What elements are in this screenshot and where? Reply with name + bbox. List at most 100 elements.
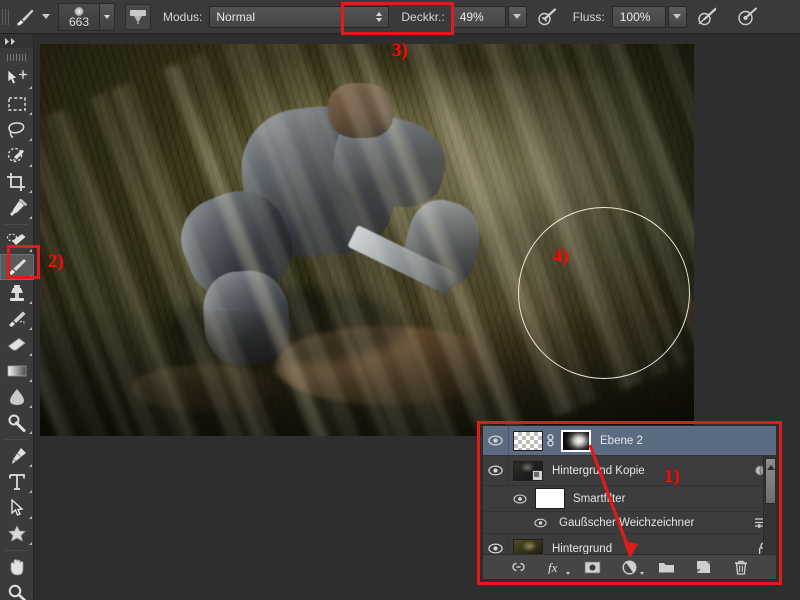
tool-history-brush[interactable] bbox=[0, 306, 34, 332]
opacity-input[interactable]: 49% bbox=[451, 5, 506, 28]
new-group-button[interactable] bbox=[657, 557, 677, 577]
scrollbar-thumb[interactable] bbox=[765, 458, 776, 504]
tool-pen[interactable] bbox=[0, 443, 34, 469]
tool-more-indicator bbox=[29, 405, 32, 408]
tool-lasso[interactable] bbox=[0, 117, 34, 143]
flow-pressure-toggle[interactable] bbox=[695, 4, 721, 30]
link-icon bbox=[546, 434, 554, 447]
new-layer-icon bbox=[697, 561, 710, 573]
eraser-tool-icon bbox=[7, 338, 26, 351]
custom-shape-tool-icon bbox=[8, 525, 26, 542]
brush-size-dropdown[interactable] bbox=[100, 2, 115, 31]
add-layer-mask-button[interactable] bbox=[583, 557, 603, 577]
tool-more-indicator bbox=[29, 301, 32, 304]
tool-hand[interactable] bbox=[0, 554, 34, 580]
layers-panel-scrollbar[interactable] bbox=[763, 456, 776, 554]
layer-style-fx-icon: fx bbox=[548, 560, 558, 574]
double-chevron-right-icon bbox=[5, 37, 15, 45]
type-tool-icon bbox=[9, 474, 25, 490]
opacity-pressure-toggle[interactable] bbox=[535, 4, 561, 30]
delete-layer-icon bbox=[734, 560, 747, 575]
layers-panel: Ebene 2 Hintergrund Kopie Smartfilter Ga… bbox=[482, 425, 777, 580]
chevron-down-icon bbox=[104, 14, 110, 19]
eye-icon bbox=[488, 435, 503, 446]
layer-row-hintergrund-kopie[interactable]: Hintergrund Kopie bbox=[483, 456, 776, 486]
layer-style-button[interactable]: fx bbox=[546, 557, 570, 577]
gaussian-blur-label: Gaußscher Weichzeichner bbox=[559, 516, 695, 529]
brush-size-value: 663 bbox=[68, 14, 90, 29]
document-canvas[interactable] bbox=[40, 44, 694, 436]
toolbox bbox=[0, 34, 34, 600]
layer-name: Hintergrund Kopie bbox=[552, 464, 645, 477]
brush-size-field[interactable]: 663 bbox=[58, 2, 100, 31]
layer-thumbnail[interactable] bbox=[513, 430, 543, 451]
brush-tip-preview-icon bbox=[74, 6, 84, 16]
brush-icon bbox=[17, 9, 34, 26]
stepper-arrows-icon bbox=[376, 11, 383, 22]
new-layer-button[interactable] bbox=[694, 557, 714, 577]
flow-input[interactable]: 100% bbox=[611, 5, 666, 28]
chevron-down-icon bbox=[673, 14, 682, 19]
airbrush-icon bbox=[738, 7, 758, 26]
tool-dodge[interactable] bbox=[0, 410, 34, 436]
tool-zoom[interactable] bbox=[0, 580, 34, 600]
smart-object-badge-icon bbox=[532, 469, 542, 480]
layer-thumbnail[interactable] bbox=[513, 460, 543, 481]
mode-label: Modus: bbox=[163, 9, 203, 24]
tool-more-indicator bbox=[29, 275, 32, 278]
dodge-tool-icon bbox=[8, 414, 26, 432]
tool-more-indicator bbox=[29, 138, 32, 141]
layer-mask-thumbnail[interactable] bbox=[561, 429, 591, 452]
opacity-dropdown[interactable] bbox=[507, 5, 527, 28]
brush-preset-dropdown[interactable] bbox=[39, 14, 53, 19]
flow-dropdown[interactable] bbox=[667, 5, 687, 28]
tool-eyedropper[interactable] bbox=[0, 195, 34, 221]
layer-thumbnail[interactable] bbox=[513, 538, 543, 554]
tool-more-indicator bbox=[29, 542, 32, 545]
vignette bbox=[40, 44, 694, 436]
link-layers-button[interactable] bbox=[509, 557, 529, 577]
tool-clone-stamp[interactable] bbox=[0, 280, 34, 306]
tool-quick-selection[interactable] bbox=[0, 143, 34, 169]
tool-eraser[interactable] bbox=[0, 332, 34, 358]
tablet-pressure-button[interactable] bbox=[125, 3, 151, 30]
layer-visibility-toggle[interactable] bbox=[483, 426, 509, 455]
opacity-label: Deckkr.: bbox=[401, 9, 445, 24]
chevron-down-icon bbox=[639, 572, 644, 575]
smartfilter-mask-thumbnail[interactable] bbox=[535, 488, 565, 509]
tool-move[interactable] bbox=[0, 65, 34, 91]
toolbox-gripper[interactable] bbox=[6, 51, 27, 63]
tool-brush[interactable] bbox=[0, 254, 34, 280]
brush-preset-picker[interactable] bbox=[11, 4, 39, 30]
tool-healing-brush[interactable] bbox=[0, 228, 34, 254]
mask-link-toggle[interactable] bbox=[543, 434, 557, 447]
tool-gradient[interactable] bbox=[0, 358, 34, 384]
quick-selection-tool-icon bbox=[7, 147, 24, 163]
adjustment-layer-button[interactable] bbox=[620, 557, 644, 577]
layer-row-hintergrund[interactable]: Hintergrund bbox=[483, 534, 776, 554]
tool-rectangular-marquee[interactable] bbox=[0, 91, 34, 117]
eye-icon bbox=[488, 543, 503, 554]
tool-type[interactable] bbox=[0, 469, 34, 495]
layer-row-gaussian-blur[interactable]: Gaußscher Weichzeichner bbox=[483, 512, 776, 534]
options-bar-gripper[interactable] bbox=[2, 3, 11, 30]
smartfilter-visibility-toggle[interactable] bbox=[509, 493, 531, 504]
tool-custom-shape[interactable] bbox=[0, 521, 34, 547]
tool-path-selection[interactable] bbox=[0, 495, 34, 521]
delete-layer-button[interactable] bbox=[731, 557, 751, 577]
toolbox-collapse-button[interactable] bbox=[0, 34, 33, 48]
gaussian-blur-visibility-toggle[interactable] bbox=[529, 518, 551, 528]
tool-more-indicator bbox=[29, 431, 32, 434]
layer-visibility-toggle[interactable] bbox=[483, 456, 509, 485]
tool-more-indicator bbox=[29, 86, 32, 89]
tool-crop[interactable] bbox=[0, 169, 34, 195]
airbrush-toggle[interactable] bbox=[735, 4, 761, 30]
tool-more-indicator bbox=[29, 490, 32, 493]
options-bar: 663 Modus: Normal Deckkr.: 49% Fluss: 10… bbox=[0, 0, 800, 34]
layer-visibility-toggle[interactable] bbox=[483, 534, 509, 554]
mode-select[interactable]: Normal bbox=[209, 5, 390, 28]
layer-row-ebene-2[interactable]: Ebene 2 bbox=[483, 426, 776, 456]
layer-row-smartfilter[interactable]: Smartfilter bbox=[483, 486, 776, 512]
crop-tool-icon bbox=[7, 173, 25, 191]
tool-blur[interactable] bbox=[0, 384, 34, 410]
